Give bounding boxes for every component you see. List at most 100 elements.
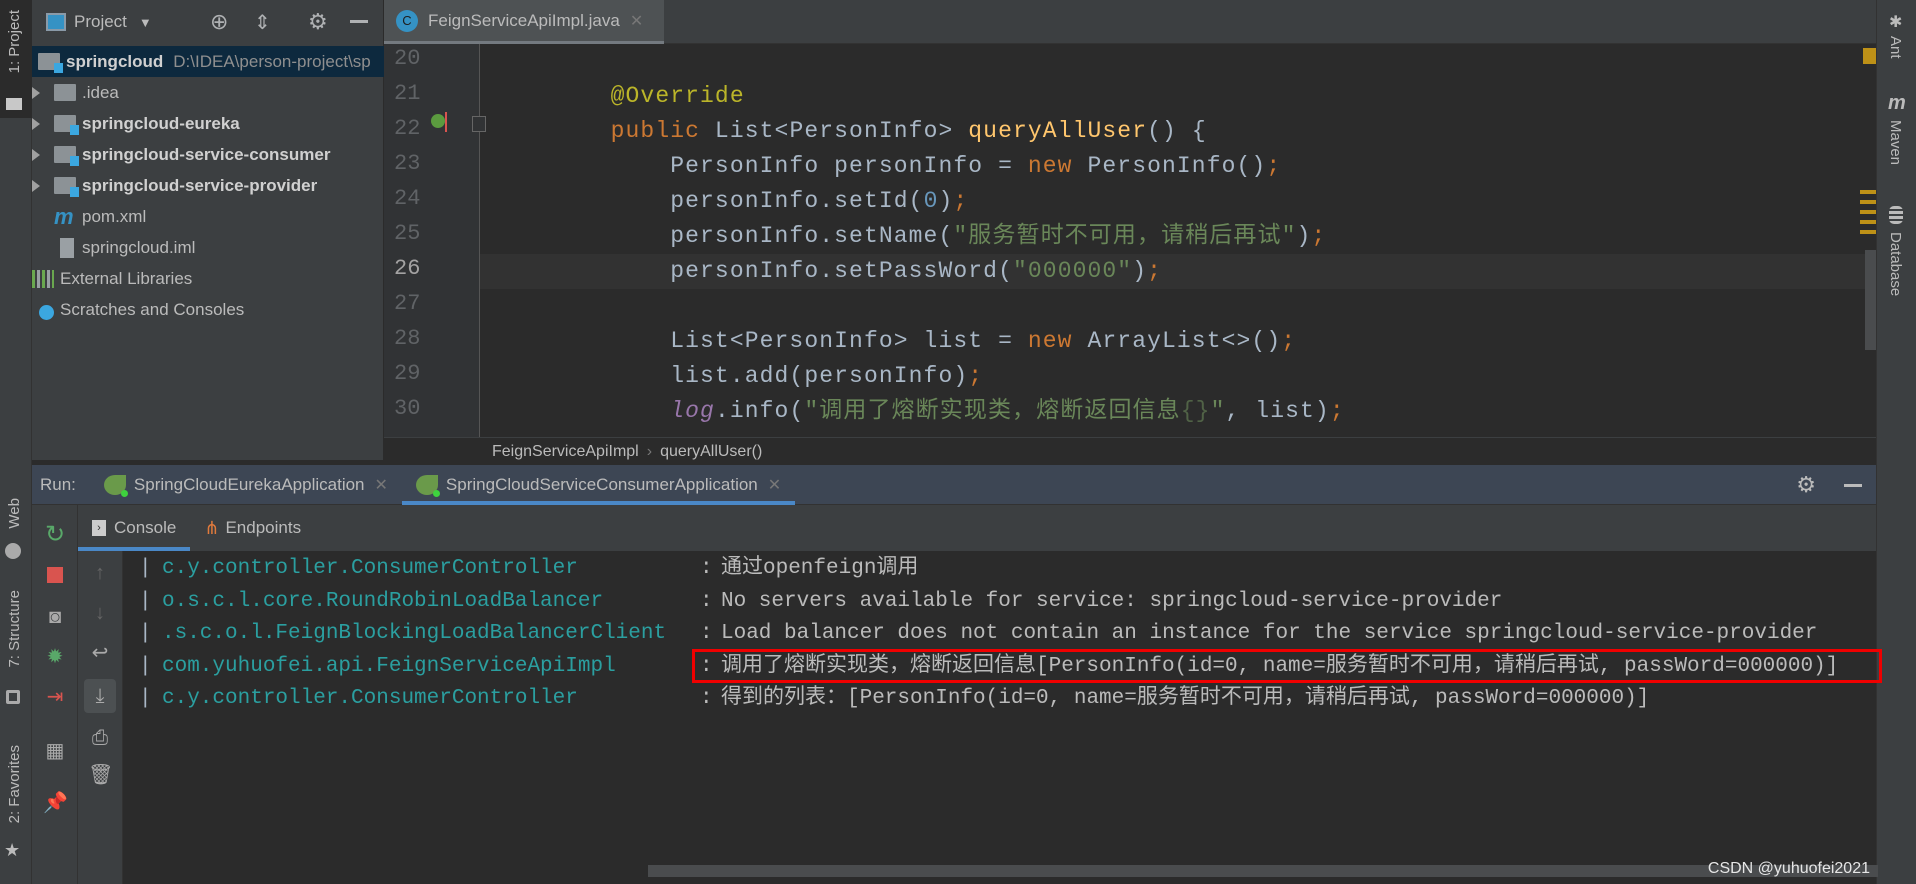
breadcrumb-method[interactable]: queryAllUser()	[660, 443, 762, 461]
close-icon[interactable]: ✕	[630, 11, 643, 31]
tree-item-label: External Libraries	[60, 268, 193, 288]
tree-item[interactable]: m pom.xml	[32, 201, 384, 232]
print-icon[interactable]: ⎙	[88, 726, 112, 750]
code-token: )	[938, 188, 954, 214]
console-output[interactable]: | c.y.controller.ConsumerController: 通过ope…	[123, 551, 1876, 884]
editor-gutter: 20 21 22 23 24 25 26 27 28 29 30	[384, 44, 480, 437]
rerun-icon[interactable]: ↻	[43, 523, 67, 547]
run-tab-eureka[interactable]: SpringCloudEurekaApplication ✕	[90, 465, 402, 505]
code-line[interactable]: personInfo.setPassWord("000000");	[480, 254, 1876, 289]
down-arrow-icon[interactable]: ↓	[88, 601, 112, 625]
console-horizontal-scrollbar[interactable]	[648, 865, 1878, 877]
console-icon: ›	[92, 520, 106, 536]
tree-item-scratches[interactable]: Scratches and Consoles	[32, 294, 384, 325]
run-tab-consumer[interactable]: SpringCloudServiceConsumerApplication ✕	[401, 465, 796, 505]
code-token: "	[1210, 398, 1226, 424]
web-tool-tab[interactable]: Web	[6, 498, 23, 529]
collapse-all-icon[interactable]: ⇕	[254, 10, 271, 35]
pin-icon[interactable]: 📌	[43, 791, 68, 815]
locate-icon[interactable]: ⊕	[210, 9, 228, 35]
minimize-icon[interactable]	[350, 20, 368, 23]
expand-arrow-icon[interactable]	[32, 86, 40, 99]
code-line[interactable]: personInfo.setName("服务暂时不可用，请稍后再试");	[480, 219, 1876, 254]
expand-arrow-icon[interactable]	[32, 179, 40, 192]
code-line[interactable]: personInfo.setId(0);	[480, 184, 1876, 219]
tree-item[interactable]: .idea	[32, 77, 384, 108]
code-line[interactable]	[480, 289, 1876, 324]
endpoints-tab[interactable]: ⋔ Endpoints	[190, 505, 315, 551]
expand-arrow-icon[interactable]	[32, 148, 40, 161]
soft-wrap-icon[interactable]: ↩	[88, 641, 112, 665]
close-icon[interactable]: ✕	[768, 475, 781, 495]
debug-icon[interactable]: ✹	[43, 645, 67, 669]
console-line: | c.y.controller.ConsumerController: 通过ope…	[123, 553, 1876, 585]
code-token: ArrayList<>()	[1072, 328, 1282, 354]
stop-icon[interactable]	[47, 567, 63, 583]
tree-item[interactable]: springcloud-service-provider	[32, 170, 384, 201]
code-line[interactable]: PersonInfo personInfo = new PersonInfo()…	[480, 149, 1876, 184]
code-line[interactable]: List<PersonInfo> list = new ArrayList<>(…	[480, 324, 1876, 359]
code-token: "000000"	[1012, 258, 1133, 284]
breadcrumb-class[interactable]: FeignServiceApiImpl	[492, 443, 639, 461]
iml-file-icon	[60, 237, 74, 258]
console-logger: .s.c.o.l.FeignBlockingLoadBalancerClient	[162, 622, 667, 645]
up-arrow-icon[interactable]: ↑	[88, 561, 112, 585]
fold-icon[interactable]	[472, 116, 486, 132]
gear-icon[interactable]: ⚙	[308, 9, 328, 35]
project-view-selector[interactable]: Project	[74, 12, 127, 32]
tree-item[interactable]: springcloud-eureka	[32, 108, 384, 139]
ant-tool-tab[interactable]: Ant	[1887, 36, 1904, 59]
tree-item-root[interactable]: springcloud D:\IDEA\person-project\sp	[32, 46, 384, 77]
run-toolbar: ↻ ◙ ✹ ⇥ ▦ 📌	[32, 505, 78, 884]
tree-item-external-libraries[interactable]: External Libraries	[32, 263, 384, 294]
code-token: 0	[923, 188, 939, 214]
editor-vertical-scrollbar[interactable]	[1865, 250, 1876, 350]
console-colon: :	[700, 622, 713, 645]
layout-icon[interactable]: ▦	[43, 739, 67, 763]
ant-icon: ✱	[1889, 14, 1903, 31]
left-tool-strip: 1: Project Web 7: Structure ★ 2: Favorit…	[0, 0, 32, 884]
code-line[interactable]: public List<PersonInfo> queryAllUser() {	[480, 114, 1876, 149]
code-editor[interactable]: @Override public List<PersonInfo> queryA…	[480, 44, 1876, 437]
structure-tool-tab[interactable]: 7: Structure	[6, 590, 23, 668]
tree-item[interactable]: springcloud-service-consumer	[32, 139, 384, 170]
code-token: ;	[1281, 328, 1297, 354]
editor-tab[interactable]: C FeignServiceApiImpl.java ✕	[384, 0, 664, 44]
chevron-down-icon[interactable]: ▼	[139, 15, 152, 30]
exit-icon[interactable]: ⇥	[43, 685, 67, 709]
highlight-box	[692, 649, 1882, 683]
favorites-tool-tab[interactable]: 2: Favorites	[6, 745, 23, 823]
warning-marker-icon	[1863, 48, 1876, 64]
tree-item[interactable]: springcloud.iml	[32, 232, 384, 263]
console-tab-label: Console	[114, 518, 177, 537]
code-token: "调用了熔断实现类，熔断返回信息	[804, 398, 1181, 424]
camera-icon[interactable]: ◙	[43, 605, 67, 629]
watermark: CSDN @yuhuofei2021	[1707, 860, 1870, 877]
expand-arrow-icon[interactable]	[32, 117, 40, 130]
project-view-icon	[46, 13, 66, 31]
minimize-icon[interactable]	[1844, 484, 1862, 487]
code-token: log	[670, 398, 715, 424]
close-icon[interactable]: ✕	[375, 475, 388, 495]
console-line: | .s.c.o.l.FeignBlockingLoadBalancerClien…	[123, 618, 1876, 650]
class-icon: C	[396, 9, 418, 32]
implements-marker-icon[interactable]	[431, 114, 445, 128]
code-line[interactable]: @Override	[480, 79, 1876, 114]
database-tool-tab[interactable]: Database	[1887, 232, 1904, 296]
line-number: 22	[394, 116, 421, 141]
console-tab[interactable]: › Console	[78, 505, 191, 551]
console-message: No servers available for service: spring…	[721, 589, 1503, 613]
trash-icon[interactable]: 🗑	[88, 763, 113, 787]
code-line[interactable]: list.add(personInfo);	[480, 359, 1876, 394]
line-number: 24	[394, 186, 421, 211]
console-colon: :	[700, 589, 713, 613]
code-line[interactable]: log.info("调用了熔断实现类，熔断返回信息{}", list);	[480, 394, 1876, 429]
error-stripe-markers[interactable]	[1860, 190, 1876, 236]
project-tool-tab[interactable]: 1: Project	[0, 0, 32, 118]
gear-icon[interactable]: ⚙	[1796, 472, 1816, 498]
code-token: "服务暂时不可用，请稍后再试"	[953, 223, 1297, 249]
maven-tool-tab[interactable]: Maven	[1887, 120, 1904, 165]
scroll-to-end-icon[interactable]: ⤓	[84, 679, 116, 713]
root-path: D:\IDEA\person-project\sp	[173, 51, 371, 71]
code-line[interactable]	[480, 44, 1876, 79]
